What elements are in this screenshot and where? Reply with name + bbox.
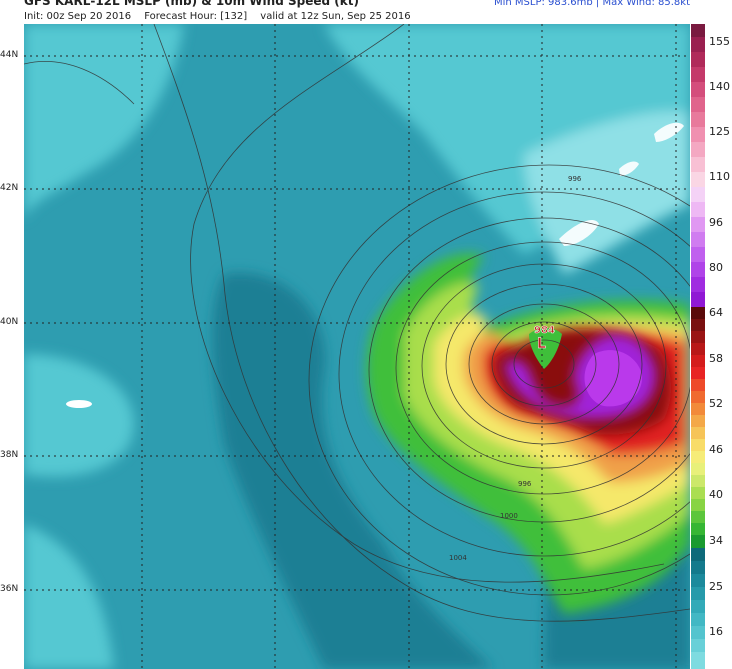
- init-time: Init: 00z Sep 20 2016: [24, 11, 132, 22]
- calm-patch-w: [66, 400, 92, 408]
- colorbar-swatch: [691, 24, 705, 37]
- colorbar-label: 64: [709, 306, 723, 319]
- colorbar-swatch: [691, 379, 705, 391]
- colorbar-swatch: [691, 232, 705, 247]
- colorbar-label: 125: [709, 125, 730, 138]
- center-pressure-label: 984: [534, 325, 555, 336]
- colorbar-swatch: [691, 67, 705, 82]
- colorbar-swatch: [691, 511, 705, 523]
- chart-title: GFS KARL-12L MSLP (mb) & 10m Wind Speed …: [24, 0, 359, 8]
- colorbar-swatch: [691, 487, 705, 499]
- storm-stats: Min MSLP: 983.6mb | Max Wind: 85.8kt: [493, 0, 690, 8]
- colorbar-swatch: [691, 217, 705, 232]
- colorbar-swatch: [691, 391, 705, 403]
- colorbar-swatch: [691, 37, 705, 52]
- colorbar-swatch: [691, 355, 705, 367]
- colorbar-swatch: [691, 319, 705, 331]
- colorbar-swatch: [691, 202, 705, 217]
- isobar-label: 996: [568, 175, 582, 183]
- colorbar-swatch: [691, 247, 705, 262]
- colorbar-label: 58: [709, 352, 723, 365]
- colorbar-swatch: [691, 97, 705, 112]
- colorbar-swatch: [691, 475, 705, 487]
- forecast-hour: Forecast Hour: [132]: [144, 11, 248, 22]
- isobar-label: 1000: [500, 512, 518, 520]
- colorbar-label: 25: [709, 580, 723, 593]
- colorbar-label: 96: [709, 216, 723, 229]
- lat-label-38n: 38N: [0, 450, 19, 460]
- colorbar-swatch: [691, 127, 705, 142]
- colorbar-swatch: [691, 277, 705, 292]
- colorbar-swatch: [691, 187, 705, 202]
- colorbar-swatch: [691, 613, 705, 626]
- colorbar-swatch: [691, 292, 705, 307]
- colorbar-swatch: [691, 652, 705, 669]
- lat-label-42n: 42N: [0, 183, 19, 193]
- colorbar-swatch: [691, 451, 705, 463]
- colorbar-label: 155: [709, 35, 730, 48]
- forecast-map: 996 996 1000 1004 984 L: [24, 24, 690, 669]
- wind-field-svg: 996 996 1000 1004 984 L: [24, 24, 690, 669]
- colorbar-swatch: [691, 307, 705, 319]
- colorbar-label: 140: [709, 80, 730, 93]
- colorbar-label: 16: [709, 625, 723, 638]
- lat-label-36n: 36N: [0, 584, 19, 594]
- colorbar-swatch: [691, 367, 705, 379]
- low-marker: L: [537, 336, 546, 352]
- colorbar-label: 46: [709, 443, 723, 456]
- colorbar-swatch: [691, 331, 705, 343]
- colorbar-swatch: [691, 600, 705, 613]
- colorbar-swatch: [691, 561, 705, 574]
- colorbar-swatch: [691, 415, 705, 427]
- colorbar-swatch: [691, 548, 705, 561]
- colorbar-label: 34: [709, 534, 723, 547]
- colorbar-swatch: [691, 172, 705, 187]
- colorbar-swatch: [691, 262, 705, 277]
- colorbar-label: 52: [709, 397, 723, 410]
- wind-speed-colorbar: [691, 24, 705, 669]
- colorbar-swatch: [691, 343, 705, 355]
- isobar-label: 996: [518, 480, 532, 488]
- colorbar-swatch: [691, 639, 705, 652]
- colorbar-swatch: [691, 112, 705, 127]
- colorbar-swatch: [691, 427, 705, 439]
- colorbar-swatch: [691, 403, 705, 415]
- colorbar-swatch: [691, 626, 705, 639]
- colorbar-swatch: [691, 499, 705, 511]
- colorbar-swatch: [691, 523, 705, 535]
- colorbar-label: 110: [709, 170, 730, 183]
- lat-label-40n: 40N: [0, 317, 19, 327]
- colorbar-swatch: [691, 82, 705, 97]
- valid-time: valid at 12z Sun, Sep 25 2016: [260, 11, 411, 22]
- colorbar-swatch: [691, 574, 705, 587]
- colorbar-swatch: [691, 439, 705, 451]
- colorbar-swatch: [691, 463, 705, 475]
- colorbar-label: 40: [709, 488, 723, 501]
- colorbar-swatch: [691, 535, 705, 548]
- isobar-label: 1004: [449, 554, 467, 562]
- colorbar-swatch: [691, 52, 705, 67]
- colorbar-swatch: [691, 157, 705, 172]
- lat-label-44n: 44N: [0, 50, 19, 60]
- colorbar-label: 80: [709, 261, 723, 274]
- forecast-info: Init: 00z Sep 20 2016 Forecast Hour: [13…: [24, 11, 421, 22]
- colorbar-swatch: [691, 587, 705, 600]
- colorbar-swatch: [691, 142, 705, 157]
